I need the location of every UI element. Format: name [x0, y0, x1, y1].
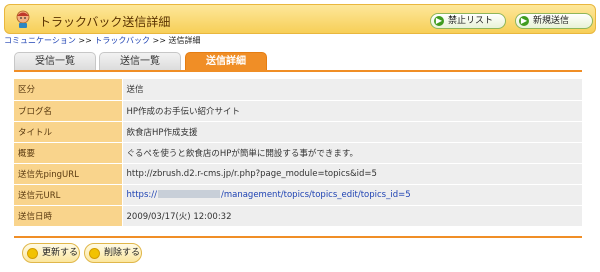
mascot-icon — [16, 10, 30, 28]
table-row: 送信日時 2009/03/17(火) 12:00:32 — [14, 205, 582, 227]
bullet-icon — [27, 248, 38, 259]
tab-sent-list[interactable]: 送信一覧 — [99, 52, 181, 70]
row-label: 送信先pingURL — [14, 163, 123, 185]
row-label: 概要 — [14, 142, 123, 164]
table-row: 概要 ぐるぺを使うと飲食店のHPが簡単に開設する事ができます。 — [14, 142, 582, 164]
table-row: タイトル 飲食店HP作成支援 — [14, 121, 582, 143]
row-value: 2009/03/17(火) 12:00:32 — [122, 205, 582, 227]
blocklist-button-label: 禁止リスト — [448, 16, 494, 26]
page-header: トラックバック送信詳細 ▶ 禁止リスト ▶ 新規送信 — [4, 4, 596, 34]
source-url-prefix: https:// — [126, 189, 157, 200]
delete-button-label: 削除する — [104, 248, 141, 258]
breadcrumb: コミュニケーション >> トラックバック >> 送信詳細 — [4, 35, 200, 46]
source-url-suffix: /management/topics/topics_edit/topics_id… — [220, 189, 411, 200]
delete-button[interactable]: 削除する — [84, 243, 142, 263]
breadcrumb-separator: >> — [152, 36, 166, 45]
new-send-button-label: 新規送信 — [533, 16, 570, 26]
table-row: 送信先pingURL http://zbrush.d2.r-cms.jp/r.p… — [14, 163, 582, 185]
table-row: 送信元URL https:// /management/topics/topics… — [14, 184, 582, 206]
tab-received-list[interactable]: 受信一覧 — [14, 52, 96, 70]
table-row: ブログ名 HP作成のお手伝い紹介サイト — [14, 100, 582, 122]
arrow-right-icon: ▶ — [434, 16, 444, 26]
detail-table: 区分 送信 ブログ名 HP作成のお手伝い紹介サイト タイトル 飲食店HP作成支援… — [14, 79, 582, 227]
page-title: トラックバック送信詳細 — [39, 15, 171, 29]
update-button[interactable]: 更新する — [22, 243, 80, 263]
row-label: 送信日時 — [14, 205, 123, 227]
row-label: タイトル — [14, 121, 123, 143]
bullet-icon — [89, 248, 100, 259]
row-value: http://zbrush.d2.r-cms.jp/r.php?page_mod… — [122, 163, 582, 185]
row-value: https:// /management/topics/topics_edit/t… — [122, 184, 582, 206]
row-value: 送信 — [122, 79, 582, 101]
breadcrumb-current: 送信詳細 — [168, 36, 201, 45]
blocklist-button[interactable]: ▶ 禁止リスト — [430, 13, 506, 29]
source-url-link[interactable]: https:// /management/topics/topics_edit/t… — [127, 190, 411, 200]
redacted-domain — [157, 190, 220, 198]
tab-sent-detail[interactable]: 送信詳細 — [185, 52, 267, 70]
tab-underline — [14, 70, 582, 72]
update-button-label: 更新する — [42, 248, 79, 258]
row-value: ぐるぺを使うと飲食店のHPが簡単に開設する事ができます。 — [122, 142, 582, 164]
row-value: 飲食店HP作成支援 — [122, 121, 582, 143]
row-label: 送信元URL — [14, 184, 123, 206]
breadcrumb-communication[interactable]: コミュニケーション — [4, 36, 76, 45]
row-label: 区分 — [14, 79, 123, 101]
arrow-right-icon: ▶ — [519, 16, 529, 26]
breadcrumb-trackback[interactable]: トラックバック — [94, 36, 150, 45]
table-row: 区分 送信 — [14, 79, 582, 101]
footer-divider — [14, 236, 582, 238]
breadcrumb-separator: >> — [78, 36, 92, 45]
new-send-button[interactable]: ▶ 新規送信 — [515, 13, 593, 29]
row-value: HP作成のお手伝い紹介サイト — [122, 100, 582, 122]
row-label: ブログ名 — [14, 100, 123, 122]
